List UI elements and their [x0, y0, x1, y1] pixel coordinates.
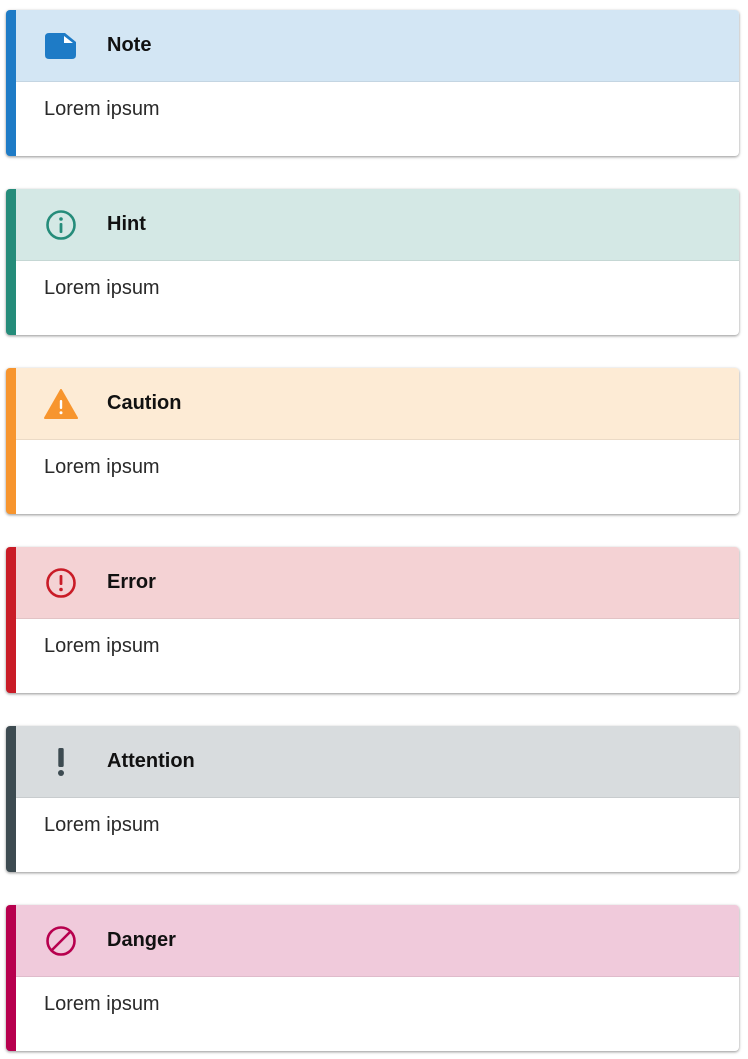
admonition-danger: Danger Lorem ipsum [6, 905, 739, 1051]
info-circle-icon [44, 208, 78, 242]
admonition-title: Hint [107, 213, 146, 235]
admonition-header: Danger [16, 905, 739, 977]
admonition-title: Error [107, 571, 156, 593]
admonition-hint: Hint Lorem ipsum [6, 189, 739, 335]
admonition-body: Lorem ipsum [44, 635, 160, 657]
admonition-note: Note Lorem ipsum [6, 10, 739, 156]
admonition-title: Caution [107, 392, 182, 414]
prohibited-icon [44, 924, 78, 958]
error-circle-icon [44, 566, 78, 600]
admonition-body: Lorem ipsum [44, 456, 160, 478]
admonition-caution: Caution Lorem ipsum [6, 368, 739, 514]
admonition-header: Caution [16, 368, 739, 440]
admonition-error: Error Lorem ipsum [6, 547, 739, 693]
admonition-title: Danger [107, 929, 176, 951]
admonition-body: Lorem ipsum [44, 814, 160, 836]
warning-triangle-icon [44, 387, 78, 421]
admonition-body: Lorem ipsum [44, 993, 160, 1015]
admonition-header: Hint [16, 189, 739, 261]
admonition-body: Lorem ipsum [44, 277, 160, 299]
admonition-title: Note [107, 34, 152, 56]
note-icon [44, 29, 78, 63]
admonition-body: Lorem ipsum [44, 98, 160, 120]
admonition-header: Error [16, 547, 739, 619]
exclamation-icon [44, 745, 78, 779]
admonition-header: Attention [16, 726, 739, 798]
admonition-attention: Attention Lorem ipsum [6, 726, 739, 872]
admonition-title: Attention [107, 750, 195, 772]
admonition-header: Note [16, 10, 739, 82]
